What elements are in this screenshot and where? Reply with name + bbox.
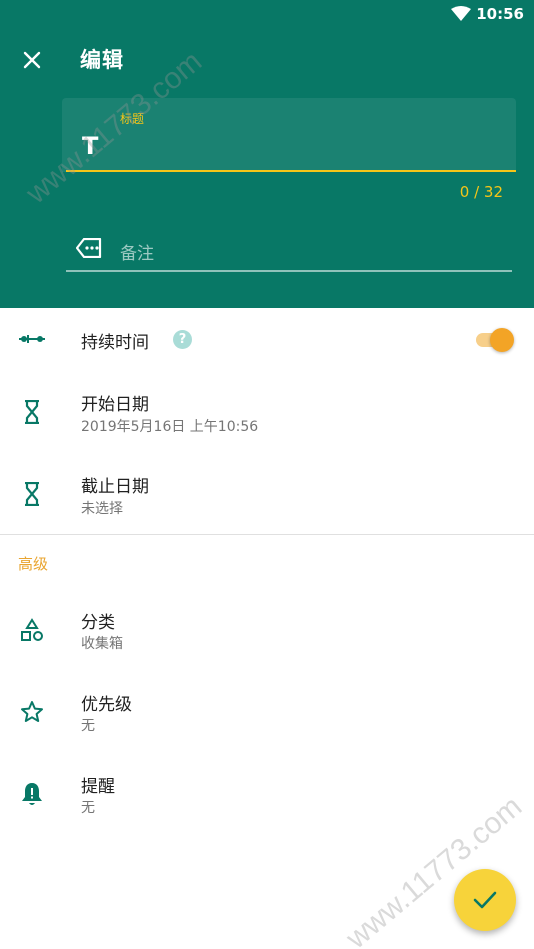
note-field[interactable]: 备注 [66, 230, 512, 272]
hourglass-icon [18, 398, 46, 426]
category-row[interactable]: 分类 收集箱 [0, 596, 534, 672]
close-icon [23, 51, 41, 69]
reminder-value: 无 [81, 800, 95, 816]
duration-row[interactable]: 持续时间 [0, 308, 534, 370]
title-field-underline [66, 170, 516, 172]
due-date-row[interactable]: 截止日期 未选择 [0, 460, 534, 534]
title-char-counter: 0 / 32 [459, 183, 503, 201]
reminder-title: 提醒 [81, 777, 115, 797]
start-date-row[interactable]: 开始日期 2019年5月16日 上午10:56 [0, 378, 534, 454]
priority-title: 优先级 [81, 695, 132, 715]
save-fab-button[interactable] [454, 869, 516, 931]
section-divider [0, 534, 534, 535]
star-icon [18, 698, 46, 726]
duration-toggle[interactable] [476, 328, 514, 352]
reminder-row[interactable]: 提醒 无 [0, 760, 534, 836]
hourglass-icon [18, 480, 46, 508]
category-value: 收集箱 [81, 636, 123, 652]
close-button[interactable] [16, 44, 48, 76]
help-icon[interactable]: ? [173, 330, 192, 349]
toggle-thumb [490, 328, 514, 352]
start-date-title: 开始日期 [81, 395, 149, 415]
check-icon [473, 891, 497, 909]
start-date-value: 2019年5月16日 上午10:56 [81, 419, 259, 435]
status-time: 10:56 [476, 5, 524, 23]
category-title: 分类 [81, 613, 115, 633]
tag-icon [76, 238, 102, 258]
bell-alert-icon [18, 780, 46, 808]
due-date-value: 未选择 [81, 501, 123, 517]
shapes-icon [18, 616, 46, 644]
due-date-title: 截止日期 [81, 477, 149, 497]
duration-title: 持续时间 [81, 333, 149, 353]
note-placeholder: 备注 [120, 244, 154, 264]
page-title: 编辑 [80, 48, 124, 72]
advanced-section-label: 高级 [18, 555, 49, 573]
priority-value: 无 [81, 718, 95, 734]
wifi-icon [451, 6, 471, 21]
duration-icon [18, 325, 46, 353]
status-bar: 10:56 [0, 0, 534, 28]
priority-row[interactable]: 优先级 无 [0, 678, 534, 754]
note-field-underline [66, 270, 512, 272]
